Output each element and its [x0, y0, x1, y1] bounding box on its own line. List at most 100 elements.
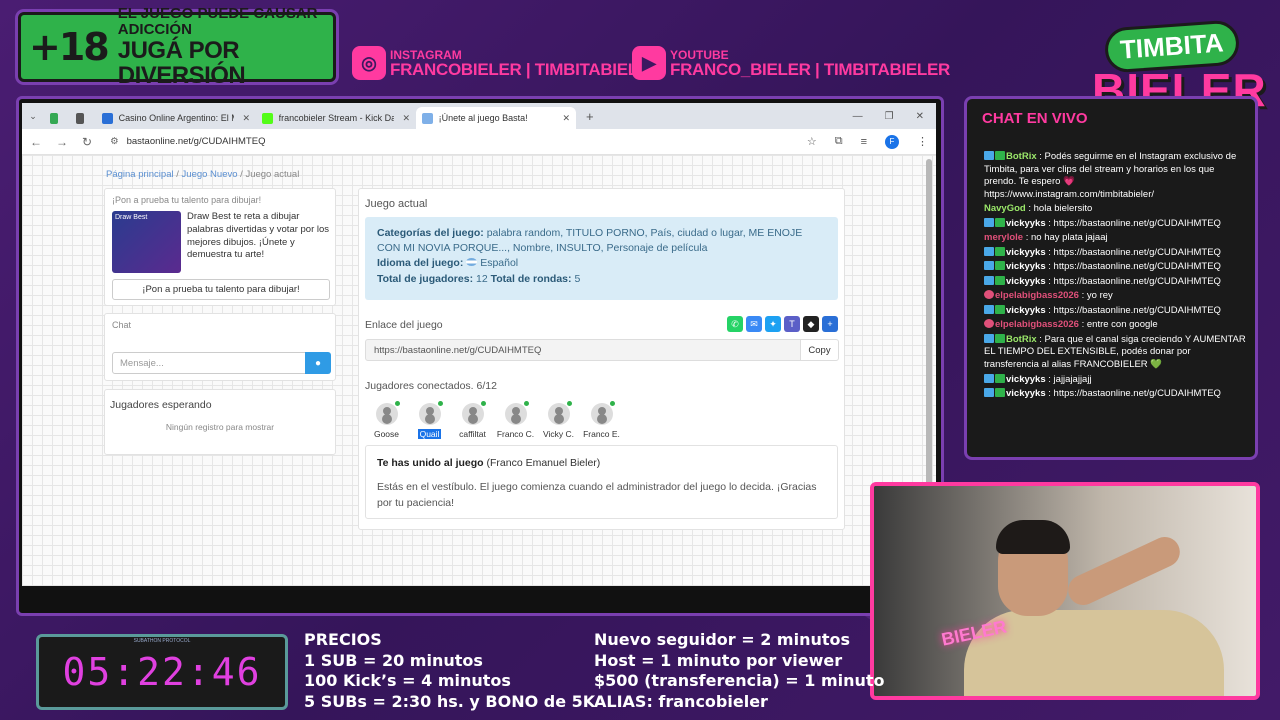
promo-text: Draw Best te reta a dibujar palabras div…: [187, 211, 330, 261]
rates-line: Host = 1 minuto por viewer: [594, 650, 843, 670]
prices-line: 1 SUB = 20 minutos: [304, 650, 483, 670]
chat-username: NavyGod: [984, 203, 1026, 215]
chat-username: merylole: [984, 232, 1024, 244]
teams-icon[interactable]: T: [784, 316, 800, 332]
player-item: caffiltat: [451, 401, 494, 439]
tab-list-chevron-icon[interactable]: ⌄: [22, 111, 44, 122]
tab-title: francobieler Stream - Kick Dash: [278, 113, 395, 123]
snapchat-icon[interactable]: ◆: [803, 316, 819, 332]
new-tab-icon[interactable]: +: [586, 109, 594, 124]
chat-message: elpelabigbass2026 : entre con google: [984, 319, 1246, 332]
instagram-block: ◎ INSTAGRAM FRANCOBIELER | TIMBITABIELER: [352, 46, 661, 80]
chat-text: yo rey: [1086, 290, 1113, 302]
chat-badge-icon: [995, 373, 1005, 383]
chat-send-button[interactable]: ●: [305, 352, 331, 374]
player-name: Goose: [373, 429, 400, 439]
webcam-feed: BIELER: [870, 482, 1260, 700]
rounds-total-value: 5: [574, 272, 581, 285]
chat-message-input[interactable]: Mensaje...: [112, 352, 306, 374]
minimize-icon[interactable]: —: [853, 111, 863, 122]
game-link-label: Enlace del juego: [365, 319, 443, 331]
reload-icon[interactable]: ↻: [82, 135, 92, 149]
url-field[interactable]: ⚙ bastaonline.net/g/CUDAIHMTEQ: [110, 136, 265, 147]
browser-menu-icon[interactable]: ⋮: [917, 135, 928, 148]
share-icons: ✆ ✉ ✦ T ◆ +: [727, 316, 838, 332]
waiting-header: Jugadores esperando: [110, 399, 212, 411]
tab-favicon-icon: [262, 112, 273, 124]
prices-line: 5 SUBs = 2:30 hs. y BONO de 5K: [304, 691, 596, 711]
categories-label: Categorías del juego:: [377, 227, 484, 239]
player-avatar-icon: [547, 401, 572, 425]
tab-close-icon[interactable]: ✕: [402, 113, 410, 124]
share-more-icon[interactable]: +: [822, 316, 838, 332]
twitter-icon[interactable]: ✦: [765, 316, 781, 332]
joined-message-box: Te has unido al juego (Franco Emanuel Bi…: [365, 445, 838, 519]
tab-title: Casino Online Argentino: El Me: [118, 113, 235, 123]
chat-username: BotRix: [1006, 151, 1037, 162]
rates-block: Nuevo seguidor = 2 minutos Host = 1 minu…: [594, 630, 885, 712]
browser-tab[interactable]: [44, 107, 70, 129]
site-info-icon[interactable]: ⚙: [110, 136, 119, 147]
close-window-icon[interactable]: ✕: [916, 111, 924, 122]
media-control-icon[interactable]: ≡: [861, 136, 867, 148]
players-total-value: 12: [476, 272, 488, 285]
browser-tab[interactable]: [70, 107, 96, 129]
chat-badge-icon: [984, 217, 994, 227]
back-icon[interactable]: ←: [30, 135, 42, 149]
promo-button[interactable]: ¡Pon a prueba tu talento para dibujar!: [112, 279, 330, 300]
chat-badge-icon: [995, 217, 1005, 227]
maximize-icon[interactable]: ❐: [885, 111, 894, 122]
chat-separator: :: [1036, 333, 1045, 345]
browser-tab[interactable]: francobieler Stream - Kick Dash ✕: [256, 107, 416, 129]
tab-close-icon[interactable]: ✕: [242, 113, 250, 124]
chat-separator: :: [1036, 151, 1045, 162]
age-warning-banner: +18 EL JUEGO PUEDE CAUSAR ADICCIÓN JUGÁ …: [18, 6, 336, 88]
logo-top-text: TIMBITA: [1103, 19, 1241, 74]
chat-text: hola bielersito: [1033, 203, 1093, 215]
instagram-handle: FRANCOBIELER | TIMBITABIELER: [390, 59, 661, 79]
tab-favicon-icon: [50, 112, 58, 124]
chat-separator: :: [1078, 319, 1087, 331]
whatsapp-icon[interactable]: ✆: [727, 316, 743, 332]
player-avatar-icon: [461, 401, 486, 425]
player-item: Franco C.: [494, 401, 537, 439]
chat-separator: :: [1025, 203, 1034, 215]
chat-message: vickyyks : https://bastaonline.net/g/CUD…: [984, 304, 1246, 318]
breadcrumb-home-link[interactable]: Página principal: [106, 169, 174, 180]
browser-tab[interactable]: ¡Únete al juego Basta! ✕: [416, 107, 576, 129]
connected-players-label: Jugadores conectados. 6/12: [365, 380, 497, 392]
tab-close-icon[interactable]: ✕: [562, 113, 570, 124]
page-scrollbar[interactable]: [926, 159, 932, 489]
game-chat-card: Chat Mensaje... ●: [104, 313, 336, 381]
extensions-icon[interactable]: ⧉: [835, 135, 843, 148]
tab-title: ¡Únete al juego Basta!: [438, 113, 528, 123]
player-item: Quail: [408, 401, 451, 439]
copy-link-button[interactable]: Copy: [800, 339, 839, 361]
timer-value: 05:22:46: [62, 650, 262, 694]
chat-username: vickyyks: [1006, 275, 1046, 287]
chat-message: vickyyks : https://bastaonline.net/g/CUD…: [984, 275, 1246, 289]
prices-line: 100 Kick’s = 4 minutos: [304, 671, 511, 690]
chat-message: vickyyks : jajjajajjajj: [984, 373, 1246, 387]
messenger-icon[interactable]: ✉: [746, 316, 762, 332]
chat-badge-icon: [995, 333, 1005, 343]
game-chat-header: Chat: [112, 320, 132, 330]
forward-icon[interactable]: →: [56, 135, 68, 149]
language-label: Idioma del juego:: [377, 257, 464, 270]
browser-tab[interactable]: Casino Online Argentino: El Me ✕: [96, 107, 256, 129]
bookmark-star-icon[interactable]: ☆: [807, 135, 817, 148]
game-link-input[interactable]: https://bastaonline.net/g/CUDAIHMTEQ: [365, 339, 801, 361]
draw-best-image[interactable]: Draw Best: [112, 211, 181, 273]
prices-line: PRECIOS: [304, 630, 382, 649]
chat-username: vickyyks: [1006, 261, 1046, 273]
player-item: Franco E.: [580, 401, 623, 439]
chat-separator: :: [1023, 232, 1031, 244]
chat-message: vickyyks : https://bastaonline.net/g/CUD…: [984, 217, 1246, 231]
chat-badge-icon: [984, 261, 994, 271]
age-label: +18: [29, 25, 110, 69]
breadcrumb-new-game-link[interactable]: Juego Nuevo: [182, 169, 238, 180]
youtube-icon: ▶: [632, 46, 666, 80]
chat-badge-icon: [984, 373, 994, 383]
profile-avatar[interactable]: F: [885, 134, 899, 149]
chat-badge-icon: [984, 275, 994, 285]
